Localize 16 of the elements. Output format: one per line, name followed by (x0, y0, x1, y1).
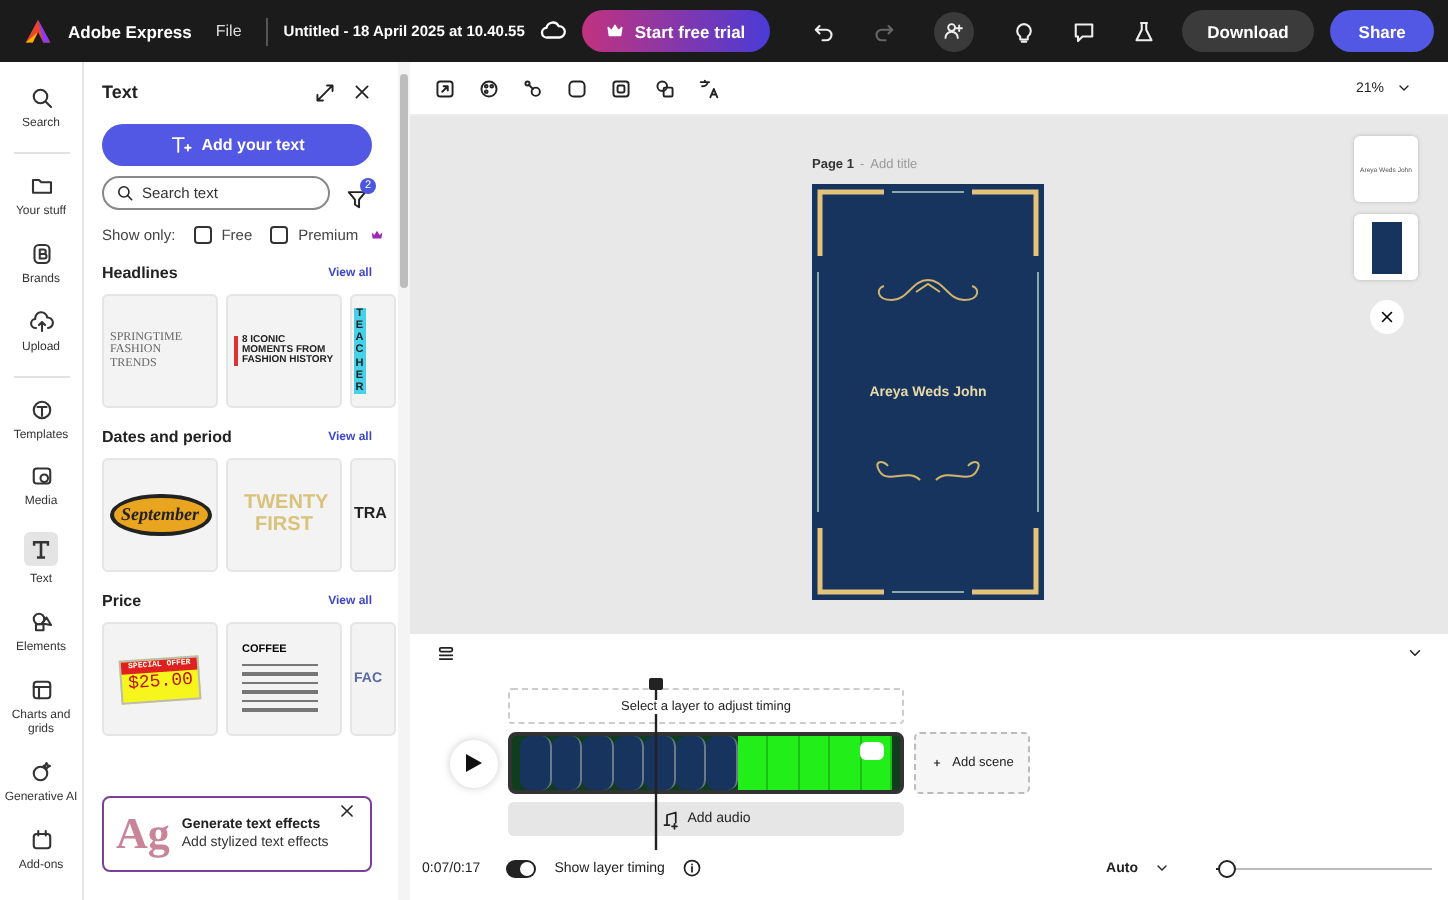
share-button[interactable]: Share (1330, 10, 1434, 52)
template-thumbnail[interactable]: September (102, 458, 218, 572)
add-text-button[interactable]: Add your text (102, 124, 372, 166)
text-effect-art: Ag (116, 808, 170, 860)
file-menu[interactable]: File (207, 22, 250, 40)
download-button[interactable]: Download (1181, 10, 1315, 52)
preview-text: September (109, 493, 211, 537)
app-name: Adobe Express (68, 21, 192, 41)
section-title: Dates and period (102, 428, 234, 446)
section-title: Headlines (102, 264, 180, 282)
template-thumbnail[interactable]: TRA (350, 458, 396, 572)
panel-title: Text (102, 82, 140, 102)
preview-text: TWENTY FIRST (244, 494, 324, 536)
start-trial-button[interactable]: Start free trial (582, 10, 770, 52)
section-title: Price (102, 592, 144, 610)
preview-text: TRA (354, 506, 387, 524)
